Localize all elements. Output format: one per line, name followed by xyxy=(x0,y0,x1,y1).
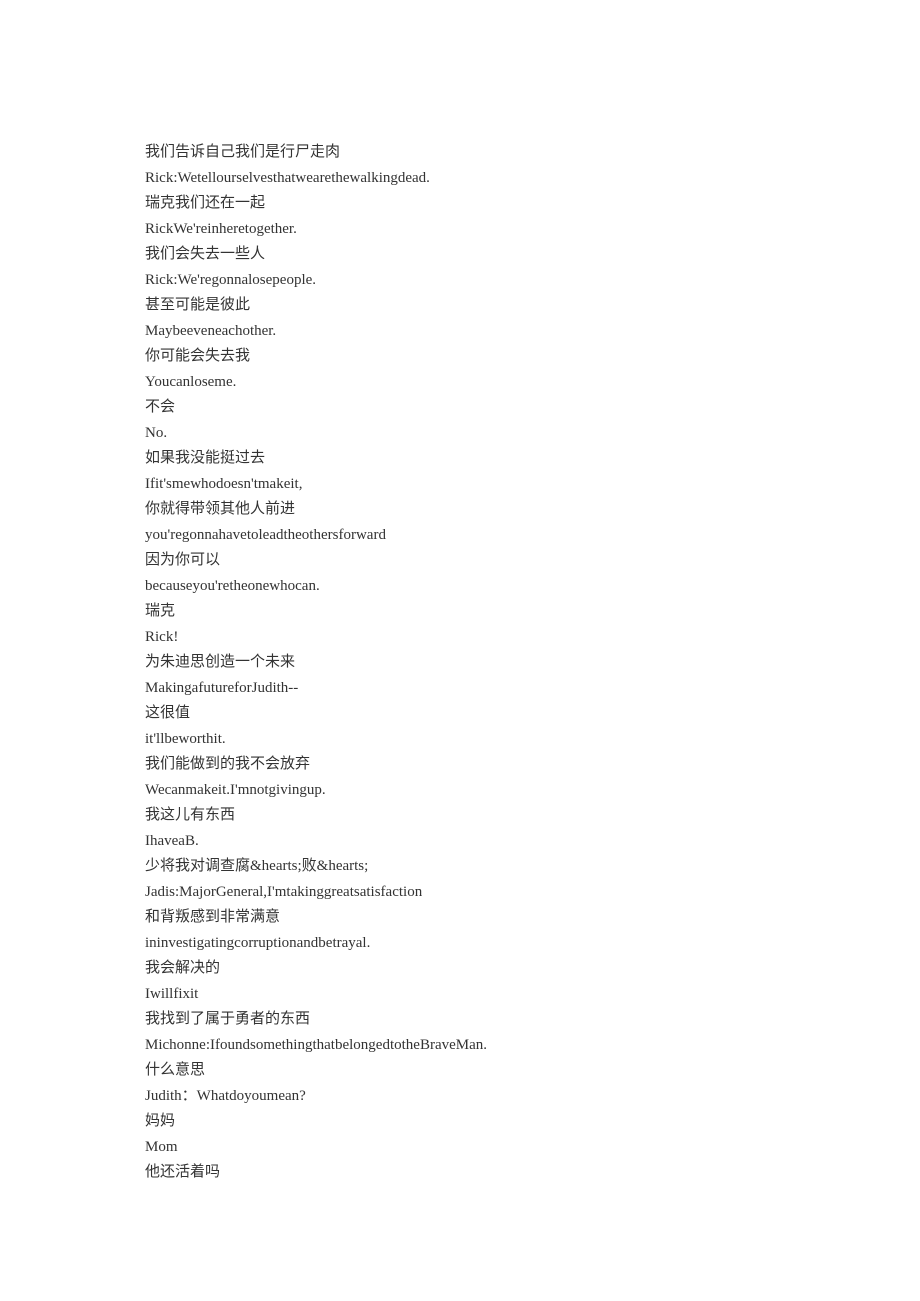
transcript-line: 和背叛感到非常满意 xyxy=(145,905,775,931)
transcript-line: 瑞克 xyxy=(145,599,775,625)
transcript-line: 我会解决的 xyxy=(145,956,775,982)
transcript-line: becauseyou'retheonewhocan. xyxy=(145,574,775,600)
transcript-line: 瑞克我们还在一起 xyxy=(145,191,775,217)
transcript-line: 如果我没能挺过去 xyxy=(145,446,775,472)
transcript-line: Michonne:Ifoundsomethingthatbelongedtoth… xyxy=(145,1033,775,1059)
transcript-line: 你就得带领其他人前进 xyxy=(145,497,775,523)
transcript-line: Jadis:MajorGeneral,I'mtakinggreatsatisfa… xyxy=(145,880,775,906)
transcript-line: Rick:We'regonnalosepeople. xyxy=(145,268,775,294)
document-page: 我们告诉自己我们是行尸走肉Rick:Wetellourselvesthatwea… xyxy=(0,0,920,1286)
transcript-line: IhaveaB. xyxy=(145,829,775,855)
transcript-line: Ifit'smewhodoesn'tmakeit, xyxy=(145,472,775,498)
transcript-line: Youcanloseme. xyxy=(145,370,775,396)
transcript-line: RickWe'reinheretogether. xyxy=(145,217,775,243)
transcript-line: 我们能做到的我不会放弃 xyxy=(145,752,775,778)
transcript-line: Mom xyxy=(145,1135,775,1161)
transcript-line: 妈妈 xyxy=(145,1109,775,1135)
transcript-body: 我们告诉自己我们是行尸走肉Rick:Wetellourselvesthatwea… xyxy=(145,140,775,1186)
transcript-line: it'llbeworthit. xyxy=(145,727,775,753)
transcript-line: Wecanmakeit.I'mnotgivingup. xyxy=(145,778,775,804)
transcript-line: Maybeeveneachother. xyxy=(145,319,775,345)
transcript-line: you'regonnahavetoleadtheothersforward xyxy=(145,523,775,549)
transcript-line: Rick:Wetellourselvesthatwearethewalkingd… xyxy=(145,166,775,192)
transcript-line: 什么意思 xyxy=(145,1058,775,1084)
transcript-line: 我找到了属于勇者的东西 xyxy=(145,1007,775,1033)
transcript-line: No. xyxy=(145,421,775,447)
transcript-line: 不会 xyxy=(145,395,775,421)
transcript-line: MakingafutureforJudith-- xyxy=(145,676,775,702)
transcript-line: 为朱迪思创造一个未来 xyxy=(145,650,775,676)
transcript-line: 他还活着吗 xyxy=(145,1160,775,1186)
transcript-line: 这很值 xyxy=(145,701,775,727)
transcript-line: 少将我对调查腐&hearts;败&hearts; xyxy=(145,854,775,880)
transcript-line: 我们告诉自己我们是行尸走肉 xyxy=(145,140,775,166)
transcript-line: 我们会失去一些人 xyxy=(145,242,775,268)
transcript-line: ininvestigatingcorruptionandbetrayal. xyxy=(145,931,775,957)
transcript-line: 因为你可以 xyxy=(145,548,775,574)
transcript-line: Judith：Whatdoyoumean? xyxy=(145,1084,775,1110)
transcript-line: 我这儿有东西 xyxy=(145,803,775,829)
transcript-line: 甚至可能是彼此 xyxy=(145,293,775,319)
transcript-line: Rick! xyxy=(145,625,775,651)
transcript-line: Iwillfixit xyxy=(145,982,775,1008)
transcript-line: 你可能会失去我 xyxy=(145,344,775,370)
